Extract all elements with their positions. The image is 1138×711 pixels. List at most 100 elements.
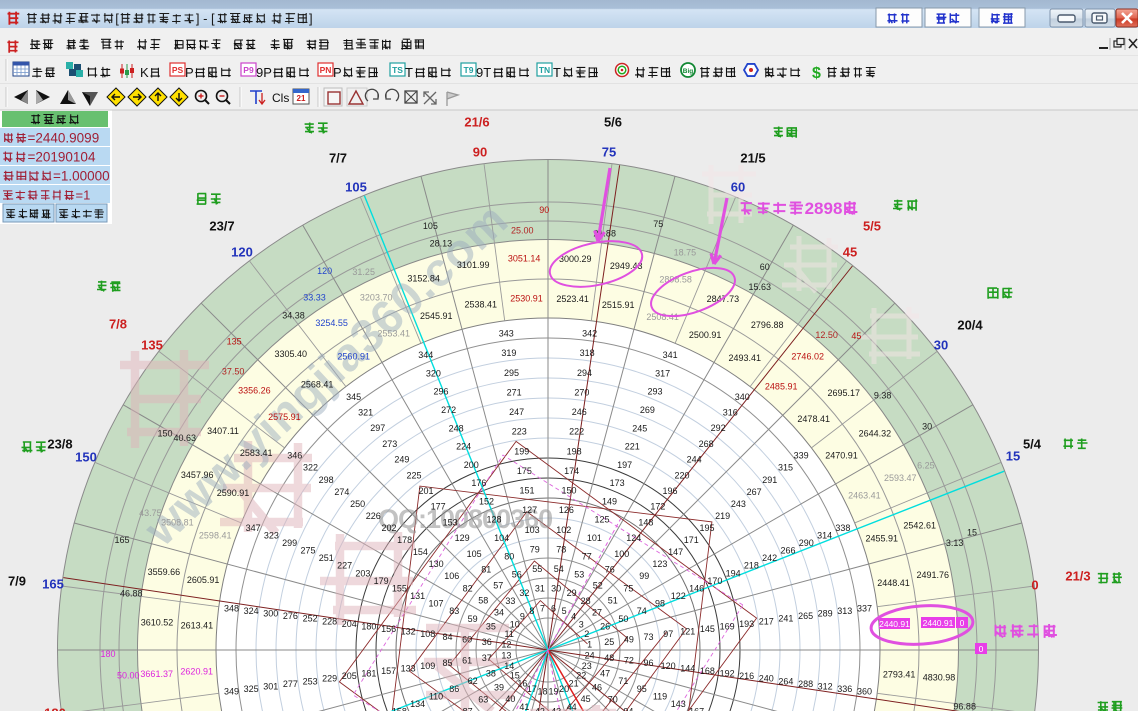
svg-text:35: 35 (486, 621, 496, 631)
svg-text:321: 321 (358, 408, 373, 418)
svg-text:154: 154 (413, 547, 428, 557)
svg-text:50: 50 (618, 614, 628, 624)
svg-text:=1: =1 (76, 188, 91, 203)
svg-text:60: 60 (760, 262, 770, 272)
svg-text:149: 149 (602, 496, 617, 506)
svg-text:119: 119 (653, 691, 667, 701)
svg-text:13: 13 (501, 651, 511, 661)
svg-text:198: 198 (567, 446, 582, 456)
svg-text:349: 349 (224, 687, 239, 697)
svg-text:147: 147 (668, 547, 683, 557)
svg-text:317: 317 (655, 368, 670, 378)
svg-text:75: 75 (602, 145, 616, 160)
svg-text:27: 27 (592, 607, 602, 617)
svg-text:120: 120 (231, 245, 253, 260)
svg-text:345: 345 (346, 392, 361, 402)
svg-text:3661.37: 3661.37 (140, 669, 173, 679)
svg-text:223: 223 (512, 427, 527, 437)
svg-text:344: 344 (418, 350, 433, 360)
svg-text:270: 270 (574, 387, 589, 397)
svg-text:3203.70: 3203.70 (360, 293, 393, 303)
svg-text:153: 153 (443, 517, 458, 527)
svg-text:79: 79 (530, 545, 540, 555)
svg-text:269: 269 (640, 405, 655, 415)
svg-text:2493.41: 2493.41 (729, 353, 762, 363)
svg-text:252: 252 (303, 614, 318, 624)
svg-text:121: 121 (680, 627, 695, 637)
svg-text:37.50: 37.50 (222, 366, 245, 376)
svg-text:TN: TN (539, 65, 550, 75)
svg-text:$: $ (812, 65, 821, 82)
svg-text:180: 180 (361, 621, 376, 631)
svg-text:226: 226 (366, 511, 381, 521)
svg-text:243: 243 (731, 499, 746, 509)
svg-text:3559.66: 3559.66 (148, 567, 181, 577)
svg-text:180: 180 (100, 649, 115, 659)
svg-text:315: 315 (778, 463, 793, 473)
svg-text:62: 62 (468, 676, 478, 686)
svg-text:165: 165 (114, 535, 129, 545)
svg-text:133: 133 (401, 663, 416, 673)
svg-text:295: 295 (504, 368, 519, 378)
svg-text:222: 222 (569, 427, 584, 437)
svg-text:50.00: 50.00 (117, 671, 140, 681)
svg-text:175: 175 (517, 466, 532, 476)
svg-text:78: 78 (556, 545, 566, 555)
svg-text:2542.61: 2542.61 (903, 521, 936, 531)
svg-text:101: 101 (587, 533, 602, 543)
svg-text:71: 71 (618, 676, 628, 686)
svg-text:176: 176 (471, 478, 486, 488)
svg-text:9P: 9P (256, 65, 272, 80)
svg-text:169: 169 (720, 621, 735, 631)
svg-text:105: 105 (423, 221, 438, 231)
svg-text:53: 53 (574, 570, 584, 580)
svg-text:38: 38 (486, 669, 496, 679)
svg-text:248: 248 (449, 423, 464, 433)
svg-text:253: 253 (303, 676, 318, 686)
svg-text:301: 301 (263, 682, 278, 692)
svg-text:2485.91: 2485.91 (765, 381, 798, 391)
svg-text:90: 90 (539, 205, 549, 215)
svg-text:107: 107 (428, 599, 443, 609)
svg-text:43.75: 43.75 (139, 508, 162, 518)
svg-text:2455.91: 2455.91 (866, 533, 899, 543)
svg-text:340: 340 (735, 392, 750, 402)
svg-text:264: 264 (778, 676, 793, 686)
svg-text:297: 297 (370, 423, 385, 433)
svg-text:249: 249 (394, 455, 409, 465)
svg-text:144: 144 (680, 663, 695, 673)
svg-text:2593.47: 2593.47 (884, 473, 917, 483)
svg-text:202: 202 (381, 523, 396, 533)
svg-text:2: 2 (584, 629, 589, 639)
svg-text:168: 168 (700, 666, 715, 676)
svg-text:84: 84 (442, 632, 452, 642)
svg-text:61: 61 (462, 656, 472, 666)
svg-text:40.63: 40.63 (174, 433, 197, 443)
svg-text:80: 80 (504, 551, 514, 561)
svg-text:250: 250 (350, 499, 365, 509)
svg-text:46.88: 46.88 (120, 588, 143, 598)
svg-text:246: 246 (572, 407, 587, 417)
svg-text:265: 265 (798, 611, 813, 621)
svg-text:145: 145 (700, 624, 715, 634)
svg-text:337: 337 (857, 603, 872, 613)
svg-text:3101.99: 3101.99 (457, 260, 490, 270)
svg-text:199: 199 (514, 446, 529, 456)
svg-text:22: 22 (576, 671, 586, 681)
svg-text:150: 150 (75, 450, 97, 465)
svg-text:104: 104 (494, 533, 509, 543)
svg-text:4830.98: 4830.98 (923, 672, 956, 682)
svg-text:299: 299 (282, 538, 297, 548)
svg-text:48: 48 (604, 653, 614, 663)
svg-text:3610.52: 3610.52 (141, 618, 174, 628)
svg-text:339: 339 (794, 451, 809, 461)
svg-text:96: 96 (643, 658, 653, 668)
svg-text:77: 77 (582, 551, 592, 561)
svg-text:2695.17: 2695.17 (828, 388, 861, 398)
svg-text:219: 219 (715, 511, 730, 521)
svg-text:294: 294 (577, 368, 592, 378)
svg-text:120: 120 (661, 661, 676, 671)
svg-text:313: 313 (837, 606, 852, 616)
svg-text:7/8: 7/8 (109, 317, 127, 332)
svg-text:129: 129 (455, 533, 470, 543)
